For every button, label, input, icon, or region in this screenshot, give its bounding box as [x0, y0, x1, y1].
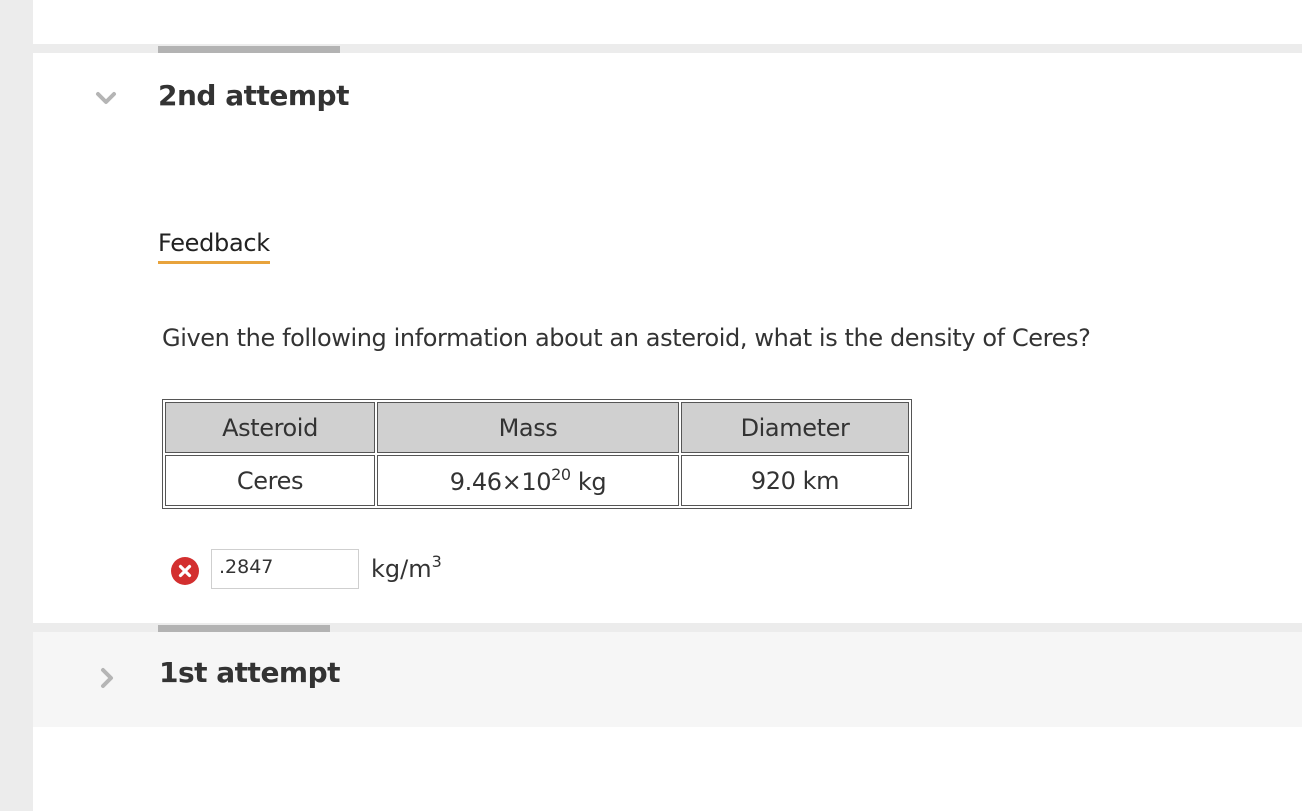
left-rail — [0, 0, 33, 811]
error-icon — [171, 557, 199, 585]
question-text: Given the following information about an… — [162, 324, 1091, 352]
cell-asteroid: Ceres — [165, 455, 375, 506]
column-header-asteroid: Asteroid — [165, 402, 375, 453]
attempt-title-2nd[interactable]: 2nd attempt — [158, 79, 349, 112]
mass-unit: kg — [570, 468, 607, 496]
tab-indicator — [158, 625, 330, 632]
tab-feedback[interactable]: Feedback — [158, 229, 270, 264]
attempt-title-1st[interactable]: 1st attempt — [159, 656, 341, 689]
attempt-separator-top — [33, 44, 1302, 53]
table-row: Ceres 9.46×1020 kg 920 km — [165, 455, 909, 506]
table-header-row: Asteroid Mass Diameter — [165, 402, 909, 453]
chevron-down-icon[interactable] — [95, 87, 117, 109]
mass-exponent: 20 — [551, 465, 571, 484]
tab-indicator — [158, 46, 340, 53]
cell-diameter: 920 km — [681, 455, 909, 506]
cell-mass: 9.46×1020 kg — [377, 455, 679, 506]
asteroid-table: Asteroid Mass Diameter Ceres 9.46×1020 k… — [162, 399, 912, 509]
answer-input[interactable]: .2847 — [211, 549, 359, 589]
unit-base: kg/m — [371, 555, 432, 583]
attempt-separator-bottom — [33, 623, 1302, 632]
unit-exponent: 3 — [431, 552, 442, 571]
answer-unit: kg/m3 — [371, 552, 442, 583]
column-header-mass: Mass — [377, 402, 679, 453]
column-header-diameter: Diameter — [681, 402, 909, 453]
mass-base: 9.46×10 — [449, 468, 552, 496]
chevron-right-icon[interactable] — [96, 667, 118, 689]
